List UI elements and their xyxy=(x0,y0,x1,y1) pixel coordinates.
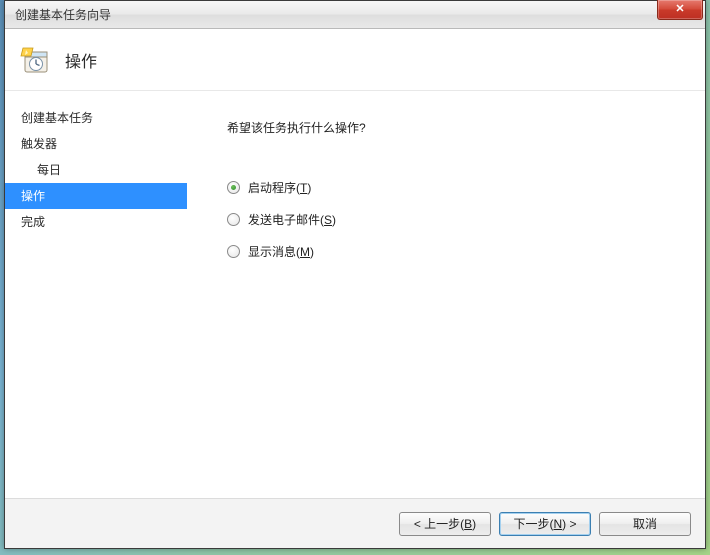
sidebar-item-finish[interactable]: 完成 xyxy=(5,209,187,235)
sidebar-item-action[interactable]: 操作 xyxy=(5,183,187,209)
radio-icon xyxy=(227,181,240,194)
wizard-window: 创建基本任务向导 ✕ 操作 创建基本任务 触 xyxy=(4,0,706,549)
wizard-body: 创建基本任务 触发器 每日 操作 完成 希望该任务执行什么操作? 启动程序(T)… xyxy=(5,91,705,498)
window-title: 创建基本任务向导 xyxy=(15,6,111,23)
close-button[interactable]: ✕ xyxy=(657,0,703,20)
wizard-header: 操作 xyxy=(5,29,705,91)
sidebar-item-daily[interactable]: 每日 xyxy=(5,157,187,183)
option-label: 启动程序(T) xyxy=(248,179,311,196)
option-label: 发送电子邮件(S) xyxy=(248,211,336,228)
cancel-button[interactable]: 取消 xyxy=(599,512,691,536)
wizard-main: 希望该任务执行什么操作? 启动程序(T) 发送电子邮件(S) 显示消息(M) xyxy=(187,91,705,498)
radio-icon xyxy=(227,245,240,258)
radio-icon xyxy=(227,213,240,226)
page-title: 操作 xyxy=(65,48,97,72)
content-area: 操作 创建基本任务 触发器 每日 操作 完成 希望该任务执行什么操作? 启动程序… xyxy=(5,29,705,548)
sidebar-item-create-task[interactable]: 创建基本任务 xyxy=(5,105,187,131)
option-start-program[interactable]: 启动程序(T) xyxy=(227,178,685,196)
wizard-footer: < 上一步(B) 下一步(N) > 取消 xyxy=(5,498,705,548)
option-label: 显示消息(M) xyxy=(248,243,314,260)
sidebar-item-trigger[interactable]: 触发器 xyxy=(5,131,187,157)
task-schedule-icon xyxy=(19,44,51,76)
close-icon: ✕ xyxy=(675,4,684,15)
back-button[interactable]: < 上一步(B) xyxy=(399,512,491,536)
wizard-sidebar: 创建基本任务 触发器 每日 操作 完成 xyxy=(5,91,187,498)
action-question: 希望该任务执行什么操作? xyxy=(227,119,685,136)
option-send-email[interactable]: 发送电子邮件(S) xyxy=(227,210,685,228)
titlebar: 创建基本任务向导 ✕ xyxy=(5,1,705,29)
option-show-message[interactable]: 显示消息(M) xyxy=(227,242,685,260)
next-button[interactable]: 下一步(N) > xyxy=(499,512,591,536)
